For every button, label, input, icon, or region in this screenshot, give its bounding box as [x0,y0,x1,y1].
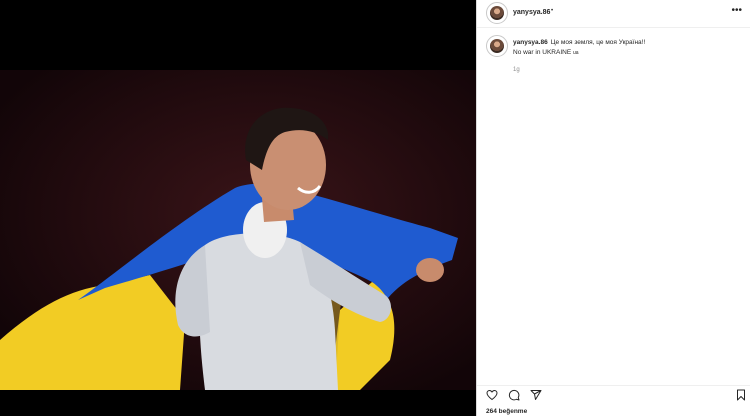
post-photo[interactable] [0,70,476,390]
caption-line-2: No war in UKRAINE [513,49,572,56]
post-header: yanysya.86 • ••• [477,0,750,28]
heart-icon[interactable] [486,389,498,401]
caption-line-1: Це моя земля, це моя Україна!! [550,39,646,46]
post-media-pane [0,0,476,416]
header-username[interactable]: yanysya.86 [513,9,550,16]
send-icon[interactable] [530,389,542,401]
caption-flag: ua [572,50,579,56]
action-bar [477,385,750,404]
more-options-icon[interactable]: ••• [731,5,742,16]
comment-icon[interactable] [508,389,520,401]
header-separator: • [551,8,554,14]
caption-username[interactable]: yanysya.86 [513,39,548,46]
post-side-pane: yanysya.86 • ••• yanysya.86 Це моя земля,… [476,0,750,416]
avatar[interactable] [486,2,508,24]
post-age: 1g [513,67,520,73]
likes-count[interactable]: 264 beğenme [486,408,527,415]
caption-text: yanysya.86 Це моя земля, це моя Україна!!… [513,38,743,58]
caption-avatar[interactable] [486,35,508,57]
bookmark-icon[interactable] [735,389,747,401]
